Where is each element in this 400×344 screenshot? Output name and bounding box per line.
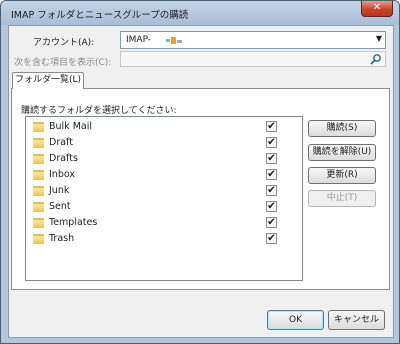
refresh-button[interactable]: 更新(R) bbox=[308, 167, 376, 184]
list-item[interactable]: Sent ✔ bbox=[26, 199, 302, 215]
account-color-icon bbox=[166, 37, 182, 44]
subscribe-checkbox[interactable]: ✔ bbox=[266, 185, 277, 196]
unsubscribe-button[interactable]: 購読を解除(U) bbox=[308, 144, 376, 161]
close-button[interactable]: ✕ bbox=[361, 1, 393, 17]
subscribe-checkbox[interactable]: ✔ bbox=[266, 153, 277, 164]
ok-button[interactable]: OK bbox=[267, 310, 324, 330]
account-label: アカウント(A): bbox=[33, 38, 95, 48]
list-item[interactable]: Inbox ✔ bbox=[26, 167, 302, 183]
tab-folder-list[interactable]: フォルダ一覧(L) bbox=[12, 72, 84, 89]
list-item[interactable]: Trash ✔ bbox=[26, 231, 302, 247]
folder-name: Trash bbox=[49, 233, 75, 244]
folder-list[interactable]: Bulk Mail ✔ Draft ✔ Drafts ✔ Inbox ✔ Jun… bbox=[25, 116, 303, 281]
search-icon[interactable] bbox=[370, 53, 382, 65]
account-select[interactable]: IMAP- ▼ bbox=[120, 31, 386, 49]
subscribe-checkbox[interactable]: ✔ bbox=[266, 201, 277, 212]
search-label: 次を含む項目を表示(C): bbox=[14, 58, 112, 68]
chevron-down-icon[interactable]: ▼ bbox=[376, 34, 382, 43]
folder-icon bbox=[33, 233, 44, 244]
folder-icon bbox=[33, 185, 44, 196]
subscribe-button[interactable]: 購読(S) bbox=[308, 120, 376, 137]
dialog-body: アカウント(A): IMAP- ▼ 次を含む項目を表示(C): フォルダ一覧(L… bbox=[8, 25, 394, 338]
list-item[interactable]: Draft ✔ bbox=[26, 135, 302, 151]
folder-name: Sent bbox=[49, 201, 71, 212]
account-color-bar bbox=[177, 40, 182, 43]
stop-button[interactable]: 中止(T) bbox=[308, 190, 376, 207]
folder-icon bbox=[33, 201, 44, 212]
close-icon: ✕ bbox=[372, 2, 382, 13]
subscribe-checkbox[interactable]: ✔ bbox=[266, 217, 277, 228]
folder-name: Drafts bbox=[49, 153, 78, 164]
dialog-window: IMAP フォルダとニュースグループの購読 ✕ アカウント(A): IMAP- … bbox=[0, 0, 400, 344]
account-color-bar bbox=[166, 39, 170, 42]
subscribe-checkbox[interactable]: ✔ bbox=[266, 121, 277, 132]
folder-icon bbox=[33, 217, 44, 228]
list-item[interactable]: Bulk Mail ✔ bbox=[26, 119, 302, 135]
folder-name: Bulk Mail bbox=[49, 121, 92, 132]
account-value: IMAP- bbox=[126, 35, 152, 45]
folder-icon bbox=[33, 153, 44, 164]
search-input[interactable] bbox=[120, 51, 386, 67]
account-color-bar bbox=[171, 37, 176, 44]
title-bar[interactable]: IMAP フォルダとニュースグループの購読 ✕ bbox=[1, 1, 399, 25]
folder-name: Templates bbox=[49, 217, 98, 228]
subscribe-checkbox[interactable]: ✔ bbox=[266, 137, 277, 148]
folder-name: Inbox bbox=[49, 169, 75, 180]
folder-icon bbox=[33, 121, 44, 132]
subscribe-checkbox[interactable]: ✔ bbox=[266, 233, 277, 244]
folder-name: Junk bbox=[49, 185, 70, 196]
list-item[interactable]: Junk ✔ bbox=[26, 183, 302, 199]
subscribe-checkbox[interactable]: ✔ bbox=[266, 169, 277, 180]
list-item[interactable]: Templates ✔ bbox=[26, 215, 302, 231]
folder-name: Draft bbox=[49, 137, 73, 148]
window-title: IMAP フォルダとニュースグループの購読 bbox=[11, 10, 189, 21]
cancel-button[interactable]: キャンセル bbox=[328, 310, 385, 330]
folder-icon bbox=[33, 169, 44, 180]
folder-icon bbox=[33, 137, 44, 148]
list-item[interactable]: Drafts ✔ bbox=[26, 151, 302, 167]
folder-select-label: 購読するフォルダを選択してください: bbox=[21, 106, 177, 116]
